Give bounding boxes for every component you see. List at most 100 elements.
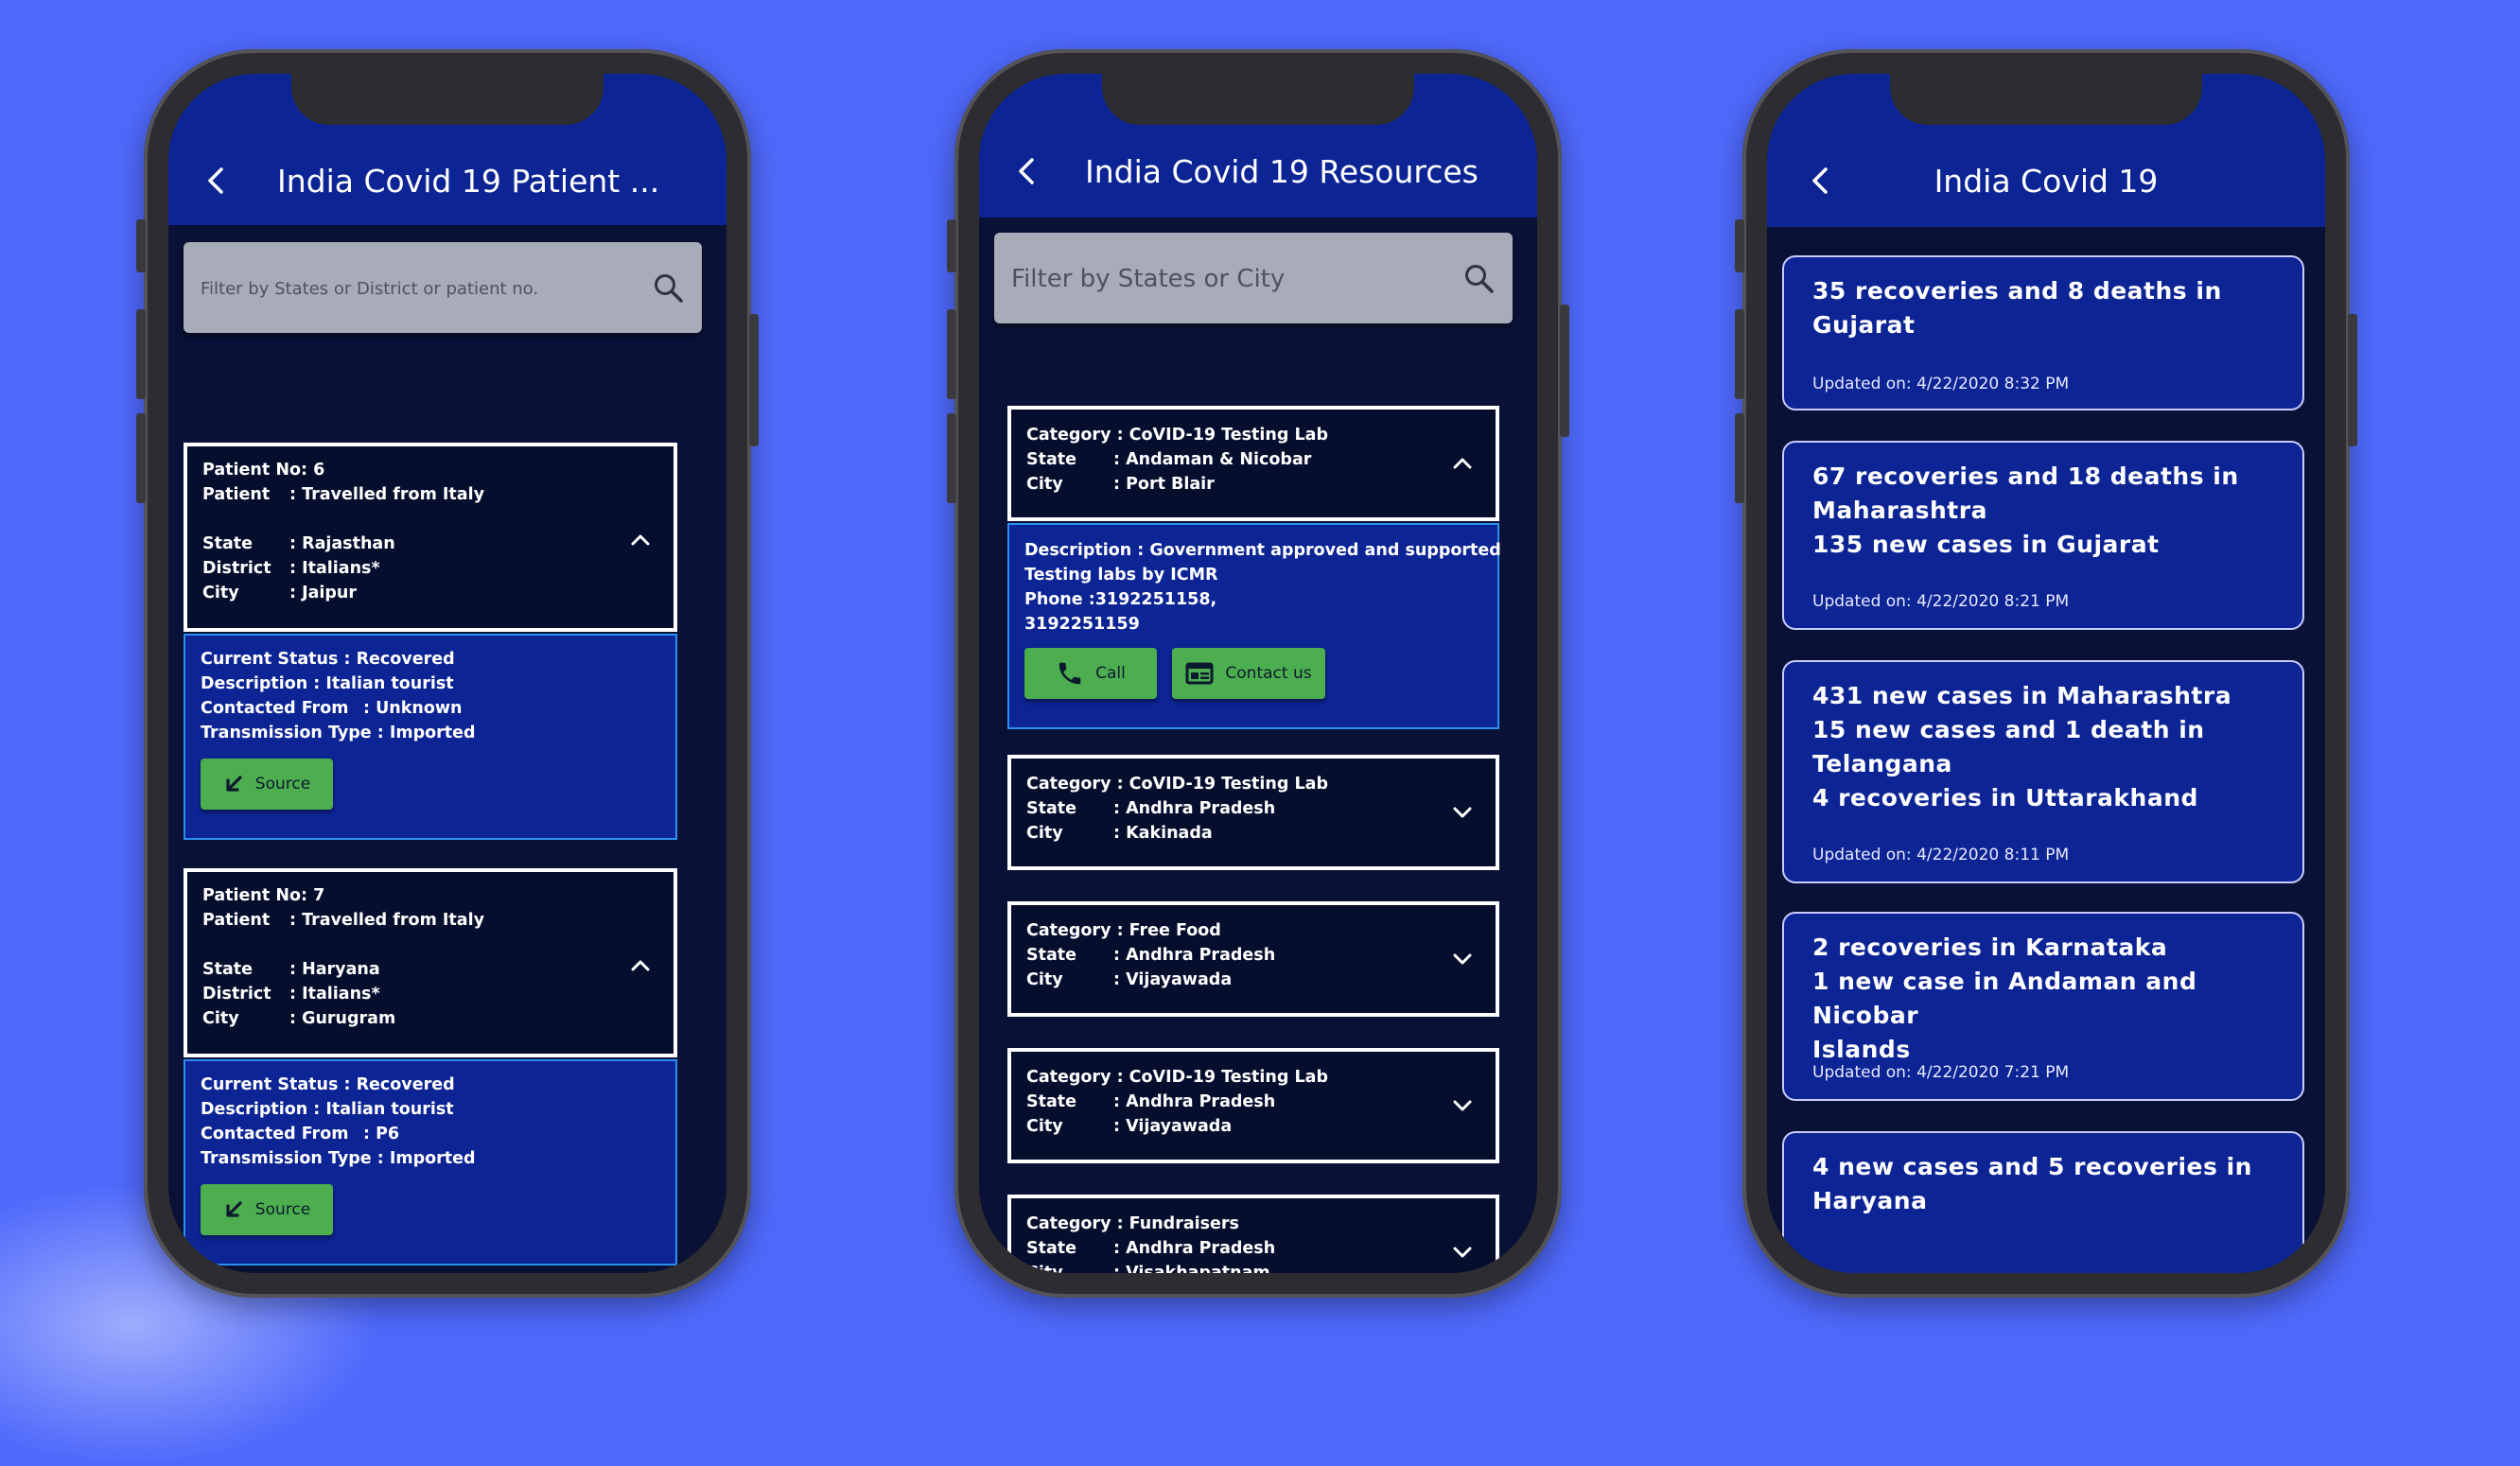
state-value: : Andhra Pradesh [1113,799,1276,818]
patient-card-details: Current Status : Recovered Description :… [184,634,677,840]
state-value: : Andhra Pradesh [1113,1092,1276,1111]
chevron-down-icon[interactable] [1450,1240,1475,1265]
contacted-from-label: Contacted From [201,1125,349,1143]
news-card[interactable]: 2 recoveries in Karnataka 1 new case in … [1782,912,2304,1101]
state-value: : Haryana [289,960,380,979]
transmission-type-label: Transmission Type : [201,1149,384,1168]
chevron-up-icon[interactable] [1450,451,1475,476]
description-label: Description : [201,674,321,693]
current-status-label: Current Status : [201,1075,351,1094]
search-input[interactable] [199,242,638,335]
transmission-type-value: Imported [389,724,476,742]
city-value: : Vijayawada [1113,970,1233,989]
updated-label: Updated on: [1812,375,1912,393]
call-button-label: Call [1095,664,1126,683]
resource-card-header[interactable]: Category : CoVID-19 Testing Lab State: A… [1007,1048,1499,1163]
state-value: : Andhra Pradesh [1113,946,1276,965]
notch [1890,74,2202,125]
page-title: India Covid 19 [1934,163,2159,200]
news-card[interactable]: 4 new cases and 5 recoveries in Haryana [1782,1131,2304,1273]
category-value: CoVID-19 Testing Lab [1129,775,1328,794]
description-value: Italian tourist [325,1100,454,1119]
current-status-label: Current Status : [201,650,351,669]
resource-card-header[interactable]: Category : CoVID-19 Testing Lab State: A… [1007,406,1499,521]
resource-phone: Phone :3192251158, [1024,590,1217,609]
news-card[interactable]: 67 recoveries and 18 deaths in Maharasht… [1782,441,2304,630]
patient-value: : Travelled from Italy [289,911,484,930]
patient-card-details: Current Status : Recovered Description :… [184,1059,677,1265]
phone-icon [1059,662,1081,685]
source-button-label: Source [254,775,311,794]
updated-time: 4/22/2020 8:11 PM [1916,846,2070,864]
back-arrow-icon[interactable] [202,166,231,195]
city-label: City [1026,475,1063,494]
news-text: 35 recoveries and 8 deaths in Gujarat [1812,277,2222,339]
news-card[interactable]: 431 new cases in Maharashtra 15 new case… [1782,660,2304,883]
source-button[interactable]: Source [201,1184,333,1235]
source-button-label: Source [254,1200,311,1219]
description-label: Description : [201,1100,321,1119]
city-label: City [202,584,239,602]
transmission-type-label: Transmission Type : [201,724,384,742]
updated-label: Updated on: [1812,592,1912,611]
city-label: City [1026,1117,1063,1136]
state-label: State [1026,799,1077,818]
news-text: 4 new cases and 5 recoveries in Haryana [1812,1153,2252,1214]
search-icon[interactable] [653,272,685,305]
resource-card-header[interactable]: Category : Fundraisers State : Andhra Pra… [1007,1195,1499,1273]
source-button[interactable]: Source [201,759,333,810]
category-label: Category : [1026,1214,1124,1233]
chevron-down-icon[interactable] [1450,1093,1475,1118]
district-value: : Italians* [289,559,380,578]
patient-label: Patient [202,911,271,930]
patient-label: Patient [202,485,271,504]
resource-list: Category : CoVID-19 Testing Lab State : A… [979,74,1537,1273]
resource-card-details: Description : Government approved and su… [1007,523,1501,729]
city-value: : Gurugram [289,1009,396,1028]
news-text: 2 recoveries in Karnataka 1 new case in … [1812,934,2197,1063]
patient-card-header[interactable]: Patient No: 7 Patient: Travelled from It… [184,868,677,1057]
updated-time: 4/22/2020 8:32 PM [1916,375,2070,393]
contacted-from-value: : Unknown [363,699,463,718]
city-value: : Port Blair [1113,475,1215,494]
contact-us-button[interactable]: Contact us [1172,648,1325,699]
phone-news: India Covid 19 35 recoveries and 8 death… [1735,49,2357,1298]
resource-card-header[interactable]: Category : CoVID-19 Testing Lab State: A… [1007,755,1499,870]
category-label: Category : [1026,426,1124,445]
resource-card-header[interactable]: Category : Free Food State: Andhra Prade… [1007,901,1499,1017]
patient-no-label: Patient No: [202,461,307,480]
screen-news: India Covid 19 35 recoveries and 8 death… [1767,74,2325,1273]
district-label: District [202,985,271,1004]
phone-resources: India Covid 19 Resources Category : CoVI… [947,49,1569,1298]
contact-card-icon [1185,662,1214,685]
current-status-value: Recovered [356,650,455,669]
updated-label: Updated on: [1812,1063,1912,1082]
news-card[interactable]: 35 recoveries and 8 deaths in Gujarat Up… [1782,255,2304,410]
category-value: Fundraisers [1129,1214,1239,1233]
category-label: Category : [1026,1068,1124,1087]
patient-value: : Travelled from Italy [289,485,484,504]
contacted-from-label: Contacted From [201,699,349,718]
arrow-down-left-icon [226,776,242,792]
chevron-up-icon[interactable] [628,528,653,552]
city-label: City [1026,970,1063,989]
district-value: : Italians* [289,985,380,1004]
resource-description: Description : Government approved and su… [1024,541,1501,560]
state-label: State [1026,450,1077,469]
resource-phone-2: 3192251159 [1024,615,1140,634]
call-button[interactable]: Call [1024,648,1157,699]
search-bar[interactable] [184,242,702,335]
state-value: : Andhra Pradesh [1113,1239,1276,1258]
state-label: State [1026,1239,1077,1258]
city-label: City [1026,824,1063,843]
city-value: : Visakhapatnam [1113,1264,1270,1273]
updated-time: 4/22/2020 8:21 PM [1916,592,2070,611]
notch [1102,74,1414,125]
phone-patients: India Covid 19 Patient ... Patient No: 6… [136,49,759,1298]
patient-card-header[interactable]: Patient No: 6 Patient: Travelled from It… [184,443,677,632]
updated-label: Updated on: [1812,846,1912,864]
chevron-down-icon[interactable] [1450,947,1475,971]
chevron-down-icon[interactable] [1450,800,1475,825]
chevron-up-icon[interactable] [628,953,653,978]
city-value: : Kakinada [1113,824,1213,843]
